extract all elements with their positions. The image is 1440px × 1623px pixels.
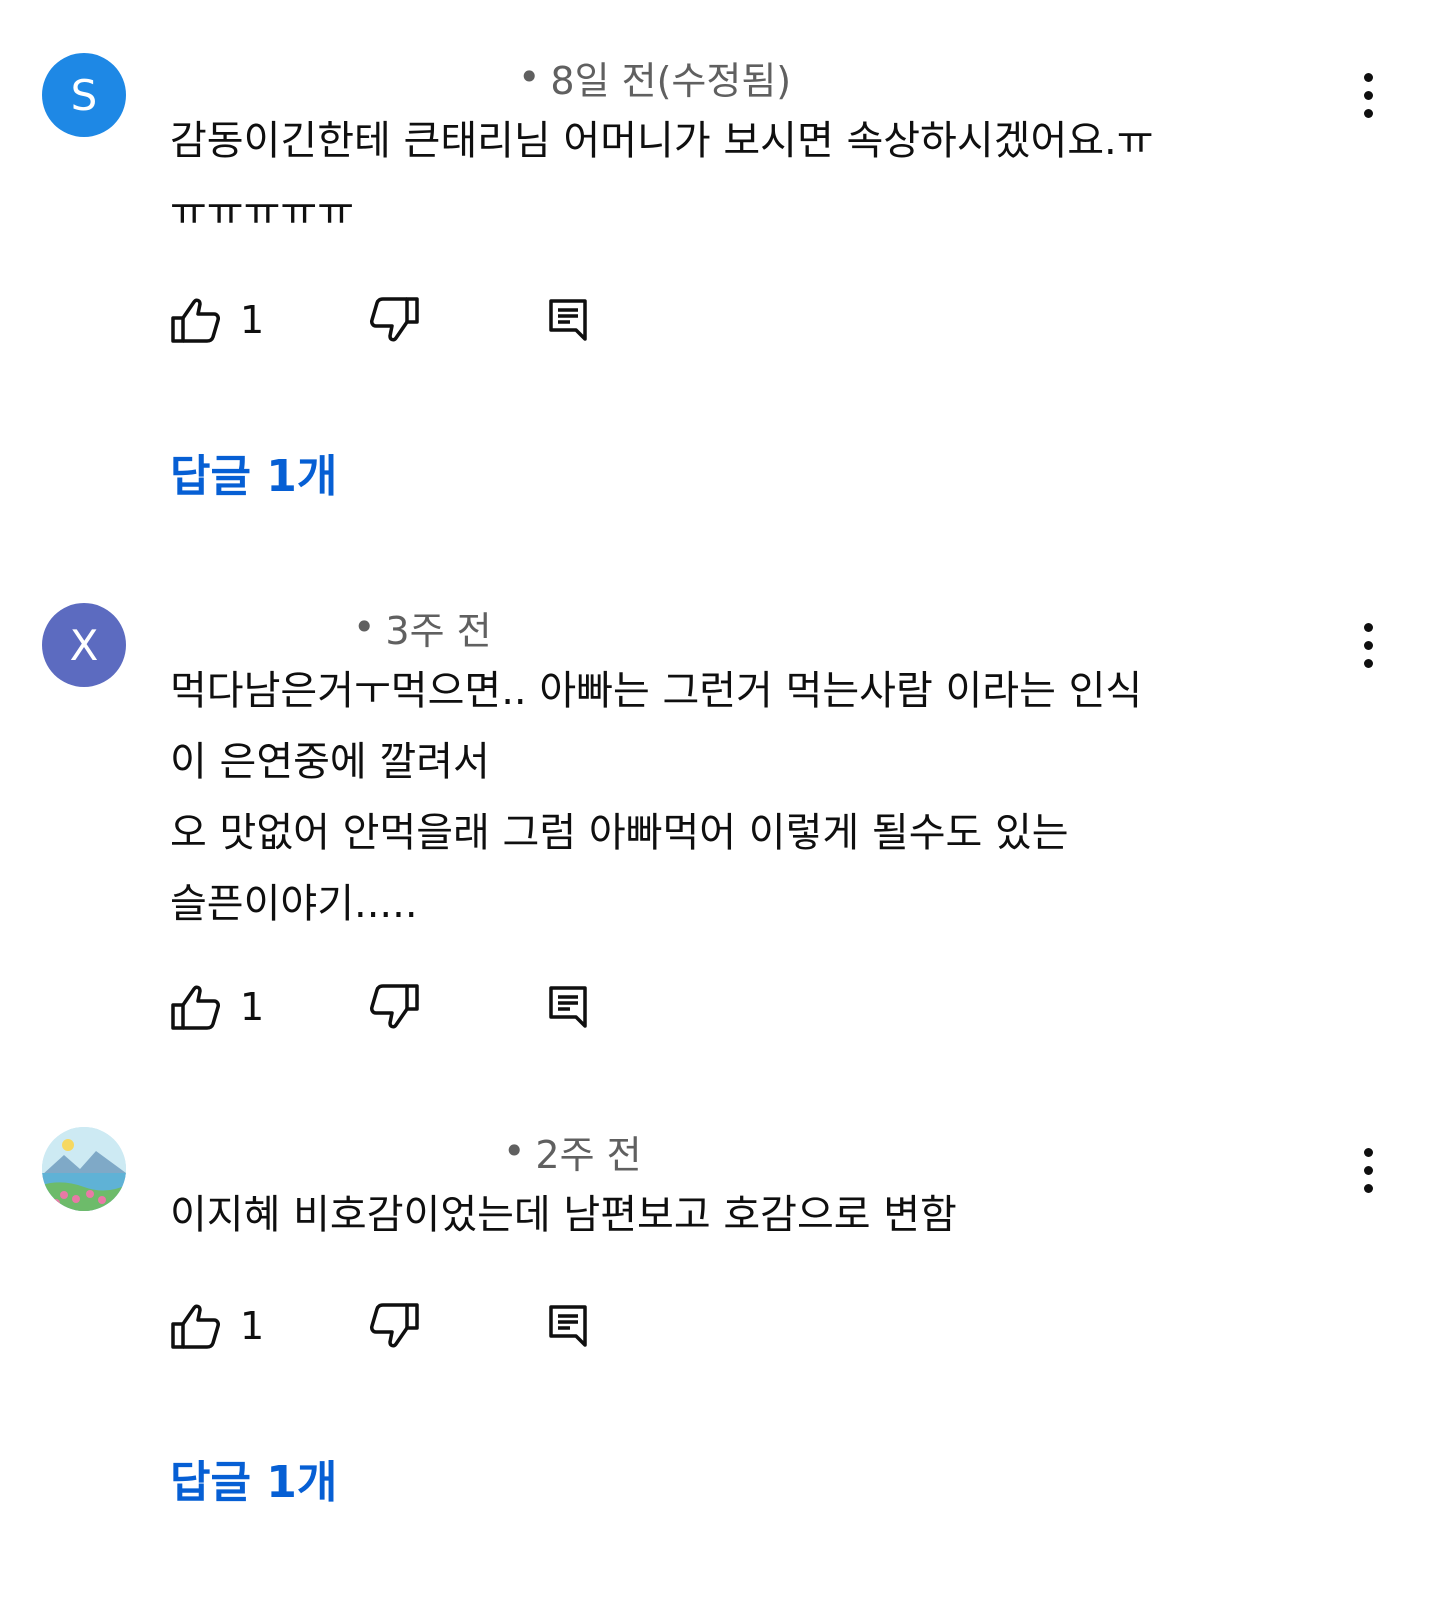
dislike-button[interactable] xyxy=(368,290,420,350)
thumbs-up-icon xyxy=(171,1304,220,1349)
comment-reply-icon xyxy=(549,299,587,341)
meta-separator: • xyxy=(353,605,376,649)
avatar-letter: X xyxy=(69,620,99,670)
avatar[interactable] xyxy=(42,1127,126,1211)
view-replies-link[interactable]: 답글 1개 xyxy=(170,440,337,504)
avatar-letter: S xyxy=(70,70,98,120)
reply-button[interactable] xyxy=(548,290,588,350)
dislike-button[interactable] xyxy=(368,977,420,1037)
comment-time: 3주 전 xyxy=(385,608,492,653)
comment-meta: • 8일 전(수정됨) xyxy=(170,52,792,103)
like-button[interactable]: 1 xyxy=(170,290,264,350)
reply-button[interactable] xyxy=(548,1296,588,1356)
reply-button[interactable] xyxy=(548,977,588,1037)
comment-actions: 1 xyxy=(170,977,770,1037)
avatar[interactable]: S xyxy=(42,53,126,137)
comment-time: 8일 전(수정됨) xyxy=(550,58,792,103)
like-count: 1 xyxy=(240,298,265,342)
thumbs-up-icon xyxy=(171,985,220,1030)
thumbs-down-icon xyxy=(370,1303,419,1348)
comment-text: 먹다남은거ㅜ먹으면.. 아빠는 그런거 먹는사람 이라는 인식 이 은연중에 깔… xyxy=(170,668,1143,927)
comment-meta: • 3주 전 xyxy=(170,602,492,653)
view-replies-link[interactable]: 답글 1개 xyxy=(170,1446,337,1510)
like-count: 1 xyxy=(240,1304,265,1348)
meta-separator: • xyxy=(503,1129,526,1173)
comment-actions: 1 xyxy=(170,1296,770,1356)
more-options-button[interactable] xyxy=(1348,1140,1388,1200)
more-vertical-icon xyxy=(1363,622,1373,632)
like-button[interactable]: 1 xyxy=(170,1296,264,1356)
more-options-button[interactable] xyxy=(1348,615,1388,675)
landscape-avatar-icon xyxy=(42,1127,126,1211)
comment-actions: 1 xyxy=(170,290,770,350)
more-options-button[interactable] xyxy=(1348,65,1388,125)
comment-text: 감동이긴한테 큰태리님 어머니가 보시면 속상하시겠어요.ㅠ ㅠㅠㅠㅠㅠ xyxy=(170,118,1154,235)
comment-time: 2주 전 xyxy=(535,1132,642,1177)
thumbs-down-icon xyxy=(370,984,419,1029)
comment-text: 이지혜 비호감이었는데 남편보고 호감으로 변함 xyxy=(170,1192,957,1238)
thumbs-up-icon xyxy=(171,298,220,343)
comment-reply-icon xyxy=(549,1305,587,1347)
like-button[interactable]: 1 xyxy=(170,977,264,1037)
more-vertical-icon xyxy=(1363,72,1373,82)
meta-separator: • xyxy=(518,55,541,99)
like-count: 1 xyxy=(240,985,265,1029)
dislike-button[interactable] xyxy=(368,1296,420,1356)
more-vertical-icon xyxy=(1363,1147,1373,1157)
thumbs-down-icon xyxy=(370,297,419,342)
avatar[interactable]: X xyxy=(42,603,126,687)
comment-reply-icon xyxy=(549,986,587,1028)
comment-meta: • 2주 전 xyxy=(170,1126,642,1177)
